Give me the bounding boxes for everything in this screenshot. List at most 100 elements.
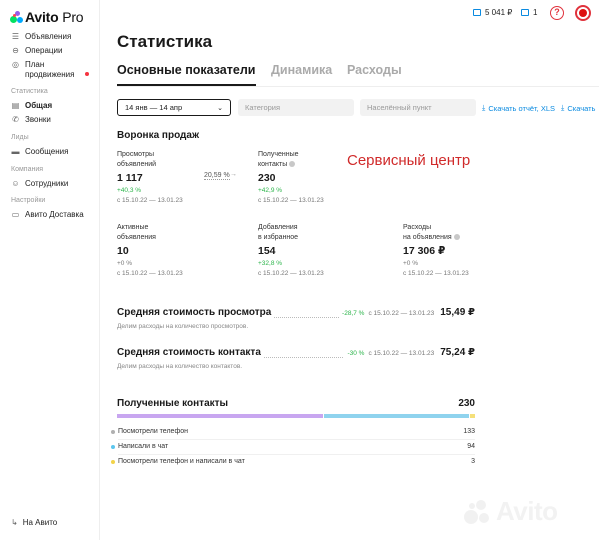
cost-delta: -28,7 % [342, 310, 365, 317]
phone-icon: ✆ [12, 115, 19, 124]
sidebar-item-overview[interactable]: ▤ Общая [11, 101, 52, 111]
cost-period: с 15.10.22 — 13.01.23 [368, 350, 435, 357]
sidebar-item-calls[interactable]: ✆ Звонки [11, 115, 51, 125]
legend-value: 133 [463, 428, 475, 435]
sidebar-item-operations[interactable]: ⊖ Операции [11, 46, 62, 56]
metric-contacts: Полученные контакты 230 +42,9 % с 15.10.2… [258, 150, 324, 204]
sidebar-item-delivery[interactable]: ▭ Авито Доставка [11, 210, 84, 220]
metric-delta: +0 % [403, 260, 418, 267]
legend-dot [111, 460, 115, 464]
go-to-avito-label: На Авито [22, 518, 58, 527]
legend-dot [111, 445, 115, 449]
chevron-down-icon: ⌄ [217, 104, 223, 112]
metric-views: Просмотры объявлений 1 117 +40,3 % с 15.1… [117, 150, 183, 204]
metric-label-line: Активные [117, 224, 149, 231]
wallet-amount: 5 041 ₽ [485, 8, 513, 17]
cost-per-contact-row: Средняя стоимость контакта -30 % с 15.10… [117, 347, 475, 373]
bonus-count: 1 [533, 8, 538, 17]
metric-active-listings: Активные объявления 10 +0 % с 15.10.22 — … [117, 223, 183, 277]
list-icon: ☰ [11, 32, 20, 41]
notification-dot [85, 72, 89, 76]
sidebar-item-messages[interactable]: ▬ Сообщения [11, 147, 69, 157]
logo-suffix: Pro [62, 9, 84, 25]
legend-label: Написали в чат [118, 443, 169, 450]
metric-label-line: Полученные [258, 151, 299, 158]
date-range-select[interactable]: 14 янв — 14 апр ⌄ [117, 99, 231, 116]
metric-favorites: Добавления в избранное 154 +32,8 % с 15.1… [258, 223, 324, 277]
contacts-bar-segment [323, 414, 470, 418]
download-label: Скачать [567, 103, 596, 113]
sidebar-item-label: Объявления [25, 32, 72, 41]
legend-row: Посмотрели телефон и написали в чат 3 [111, 458, 475, 472]
category-input[interactable]: Категория [238, 99, 354, 116]
tab-expenses[interactable]: Расходы [347, 63, 402, 77]
legend-value: 3 [471, 458, 475, 465]
cost-value: 75,24 ₽ [440, 347, 475, 358]
city-input[interactable]: Населённый пункт [360, 99, 476, 116]
download-icon: ⤓ [561, 103, 565, 112]
sidebar-item-employees[interactable]: ☺ Сотрудники [11, 179, 68, 189]
metric-value: 154 [258, 245, 276, 257]
metric-delta: +42,9 % [258, 187, 283, 194]
help-circle-icon[interactable] [453, 233, 460, 240]
chart-icon: ▤ [11, 101, 20, 110]
cost-per-view-row: Средняя стоимость просмотра -28,7 % с 15… [117, 307, 475, 333]
metric-period: с 15.10.22 — 13.01.23 [258, 270, 324, 277]
legend-label: Посмотрели телефон и написали в чат [118, 458, 245, 465]
city-placeholder: Населённый пункт [367, 103, 432, 112]
tabs-divider [117, 86, 599, 87]
sidebar-item-promotion[interactable]: ◎ План продвижения [11, 60, 74, 80]
message-icon: ▬ [11, 147, 20, 156]
avatar[interactable] [575, 5, 591, 21]
metric-value: 10 [117, 245, 129, 257]
go-to-avito-link[interactable]: ↳ На Авито [11, 518, 57, 527]
avito-pro-logo[interactable]: Avito Pro [10, 9, 84, 25]
wallet-balance[interactable]: 5 041 ₽ [473, 8, 512, 17]
download-xls-button[interactable]: ⤓ Скачать отчёт, XLS [482, 103, 555, 113]
conversion-rate[interactable]: 20,59 % [204, 172, 230, 180]
legend-row: Посмотрели телефон 133 [111, 428, 475, 442]
bonus-counter[interactable]: 1 [521, 8, 537, 17]
promotion-icon: ◎ [12, 60, 19, 69]
section-label-stats: Статистика [11, 88, 48, 95]
metric-period: с 15.10.22 — 13.01.23 [258, 197, 324, 204]
bonus-icon [521, 9, 529, 16]
sidebar-item-label: План продвижения [25, 60, 75, 79]
avito-watermark-icon [464, 499, 489, 524]
operations-icon: ⊖ [12, 46, 19, 55]
avito-logo-icon [10, 10, 23, 24]
sidebar: Avito Pro ☰ Объявления ⊖ Операции ◎ План… [0, 0, 100, 540]
truck-icon: ▭ [11, 210, 20, 219]
cost-title: Средняя стоимость контакта [117, 347, 264, 358]
cost-description: Делим расходы на количество контактов. [117, 363, 243, 370]
contacts-bar-segment [470, 414, 475, 418]
section-label-settings: Настройки [11, 197, 46, 204]
metric-label-line: Добавления [258, 224, 298, 231]
metric-label-line: в избранное [258, 234, 299, 241]
users-icon: ☺ [11, 179, 20, 188]
watermark-text: Avito [496, 496, 558, 526]
exit-arrow-icon: ↳ [11, 518, 18, 527]
metric-period: с 15.10.22 — 13.01.23 [403, 270, 469, 277]
legend-value: 94 [467, 443, 475, 450]
sidebar-item-listings[interactable]: ☰ Объявления [11, 32, 71, 42]
page-title: Статистика [117, 32, 213, 51]
metric-label-line: на объявления [403, 234, 452, 241]
contacts-total: 230 [458, 398, 475, 409]
arrow-right-icon: → [230, 171, 237, 178]
tab-dynamics[interactable]: Динамика [271, 63, 332, 77]
tab-main-metrics[interactable]: Основные показатели [117, 63, 255, 77]
metric-value: 17 306 ₽ [403, 245, 446, 257]
download-icon: ⤓ [482, 103, 486, 112]
metric-label-line: объявлений [117, 161, 157, 168]
help-circle-icon[interactable] [289, 160, 296, 167]
cost-delta: -30 % [347, 350, 365, 357]
download-button[interactable]: ⤓ Скачать [561, 103, 595, 113]
section-label-company: Компания [11, 166, 44, 173]
avatar-image [579, 9, 587, 17]
category-placeholder: Категория [245, 103, 281, 112]
sidebar-item-label: Сотрудники [25, 179, 69, 188]
metric-delta: +40,3 % [117, 187, 142, 194]
metric-delta: +0 % [117, 260, 132, 267]
help-icon[interactable]: ? [550, 6, 564, 20]
